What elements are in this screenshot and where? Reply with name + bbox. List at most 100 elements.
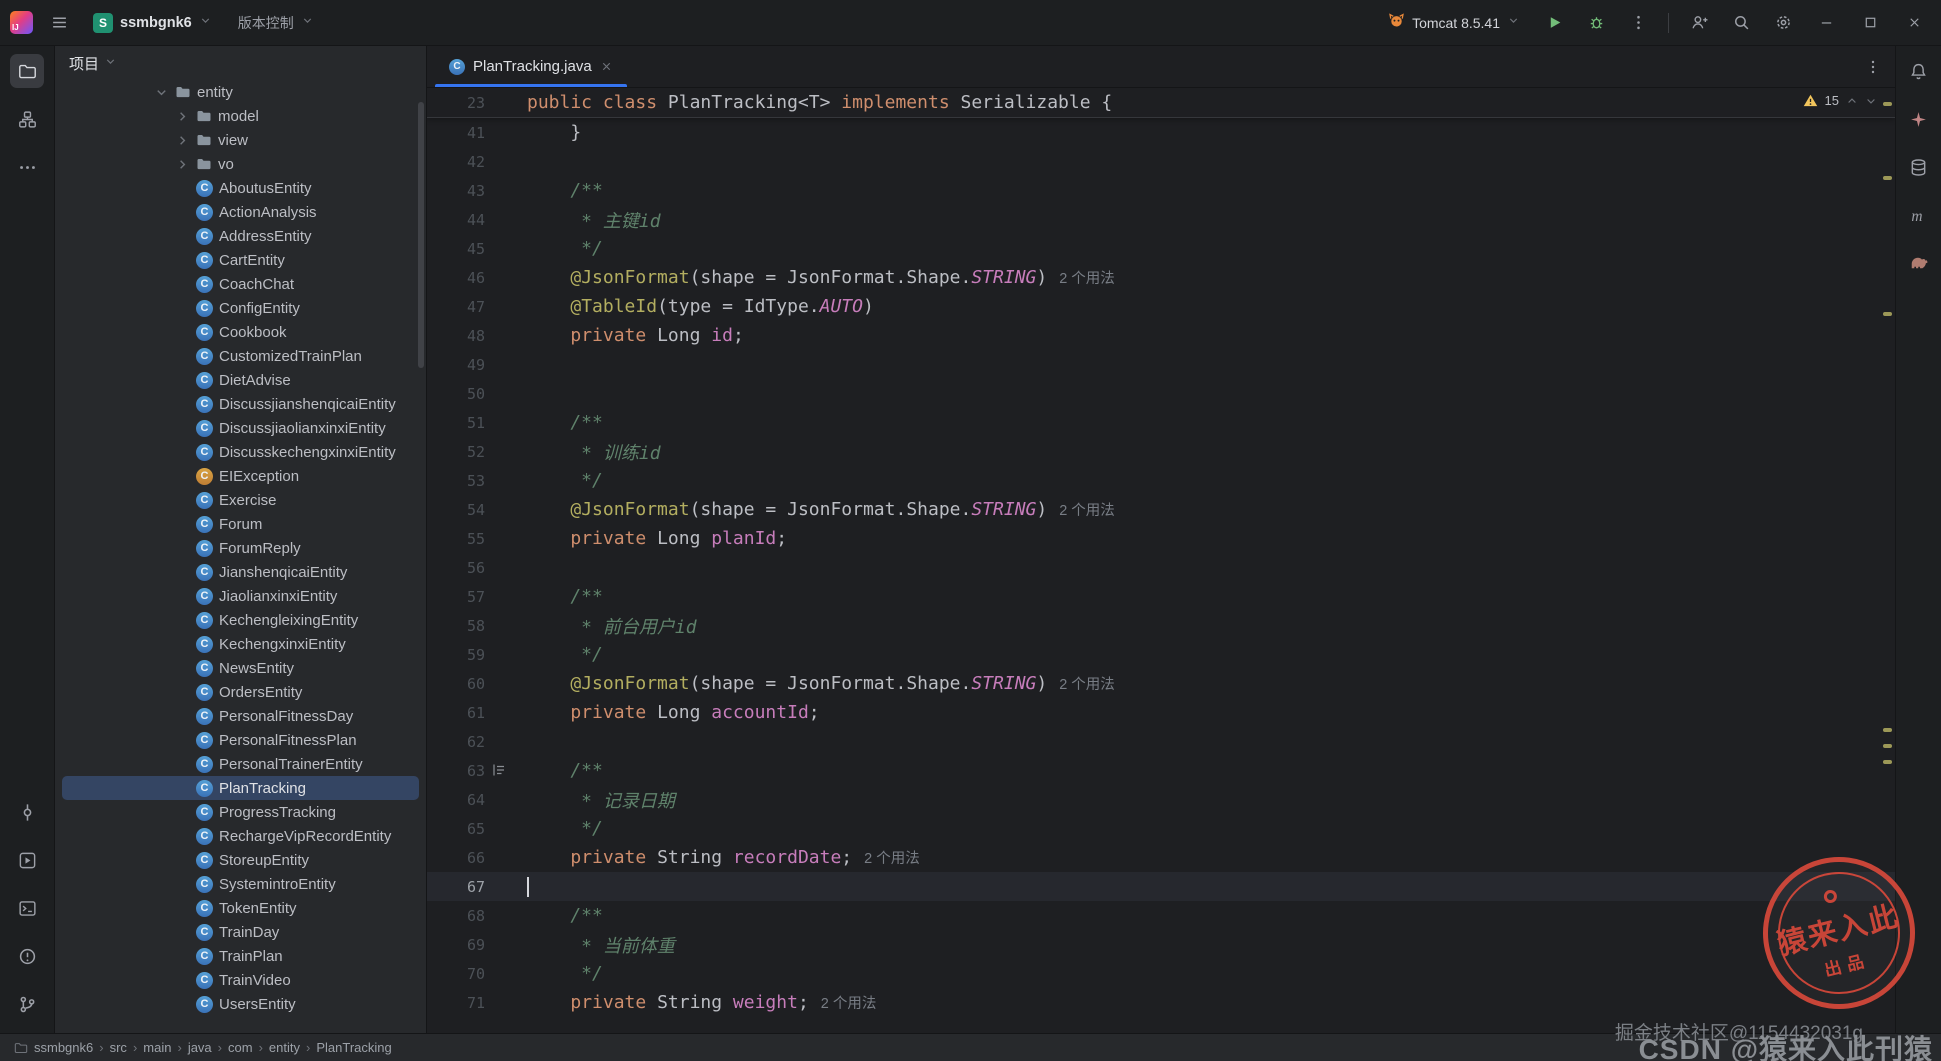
more-tools-icon[interactable] xyxy=(10,150,44,184)
tree-item-entity[interactable]: entity xyxy=(62,80,419,104)
line-number[interactable]: 70 xyxy=(427,965,485,983)
main-menu-button[interactable] xyxy=(43,7,75,39)
next-warning-icon[interactable] xyxy=(1865,95,1877,107)
tree-item-AboutusEntity[interactable]: C AboutusEntity xyxy=(62,176,419,200)
line-number[interactable]: 44 xyxy=(427,211,485,229)
tree-item-ForumReply[interactable]: C ForumReply xyxy=(62,536,419,560)
code-line-63[interactable]: 63 /** xyxy=(427,756,1895,785)
tree-item-AddressEntity[interactable]: C AddressEntity xyxy=(62,224,419,248)
breadcrumb-entity[interactable]: entity xyxy=(269,1040,300,1055)
breadcrumb-ssmbgnk6[interactable]: ssmbgnk6 xyxy=(34,1040,93,1055)
breadcrumb-main[interactable]: main xyxy=(143,1040,171,1055)
tree-item-SystemintroEntity[interactable]: C SystemintroEntity xyxy=(62,872,419,896)
code-line-50[interactable]: 50 xyxy=(427,379,1895,408)
breadcrumb-com[interactable]: com xyxy=(228,1040,253,1055)
line-number[interactable]: 69 xyxy=(427,936,485,954)
render-javadoc-toggle-icon[interactable] xyxy=(491,762,507,778)
gradle-icon[interactable] xyxy=(1902,246,1936,280)
tab-options-icon[interactable] xyxy=(1851,46,1895,87)
code-line-42[interactable]: 42 xyxy=(427,147,1895,176)
code-line-48[interactable]: 48 private Long id; xyxy=(427,321,1895,350)
line-number[interactable]: 57 xyxy=(427,588,485,606)
code-line-46[interactable]: 46 @JsonFormat(shape = JsonFormat.Shape.… xyxy=(427,263,1895,292)
line-number[interactable]: 43 xyxy=(427,182,485,200)
code-line-53[interactable]: 53 */ xyxy=(427,466,1895,495)
tree-item-ActionAnalysis[interactable]: C ActionAnalysis xyxy=(62,200,419,224)
code-line-44[interactable]: 44 * 主键id xyxy=(427,205,1895,234)
chevron-down-icon[interactable] xyxy=(154,85,169,100)
tree-item-TrainDay[interactable]: C TrainDay xyxy=(62,920,419,944)
tree-item-ConfigEntity[interactable]: C ConfigEntity xyxy=(62,296,419,320)
run-button[interactable] xyxy=(1538,7,1570,39)
inspections-widget[interactable]: 15 xyxy=(1803,93,1877,108)
tree-item-TrainVideo[interactable]: C TrainVideo xyxy=(62,968,419,992)
tree-item-DietAdvise[interactable]: C DietAdvise xyxy=(62,368,419,392)
code-line-65[interactable]: 65 */ xyxy=(427,814,1895,843)
line-number[interactable]: 46 xyxy=(427,269,485,287)
code-line-51[interactable]: 51 /** xyxy=(427,408,1895,437)
tree-item-model[interactable]: model xyxy=(62,104,419,128)
ai-assistant-icon[interactable] xyxy=(1902,102,1936,136)
chevron-right-icon[interactable] xyxy=(175,109,190,124)
tree-item-PlanTracking[interactable]: C PlanTracking xyxy=(62,776,419,800)
tree-item-CartEntity[interactable]: C CartEntity xyxy=(62,248,419,272)
code-line-52[interactable]: 52 * 训练id xyxy=(427,437,1895,466)
tree-item-vo[interactable]: vo xyxy=(62,152,419,176)
tree-item-KechengleixingEntity[interactable]: C KechengleixingEntity xyxy=(62,608,419,632)
line-number[interactable]: 61 xyxy=(427,704,485,722)
line-number[interactable]: 42 xyxy=(427,153,485,171)
tree-item-CustomizedTrainPlan[interactable]: C CustomizedTrainPlan xyxy=(62,344,419,368)
warning-stripe-mark[interactable] xyxy=(1883,760,1892,764)
usages-inlay-hint[interactable]: 2 个用法 xyxy=(864,851,920,867)
version-control-icon[interactable] xyxy=(10,987,44,1021)
code-line-56[interactable]: 56 xyxy=(427,553,1895,582)
line-number[interactable]: 67 xyxy=(427,878,485,896)
line-number[interactable]: 47 xyxy=(427,298,485,316)
usages-inlay-hint[interactable]: 2 个用法 xyxy=(821,996,877,1012)
line-number[interactable]: 65 xyxy=(427,820,485,838)
code-line-67[interactable]: 67 xyxy=(427,872,1895,901)
tree-item-Exercise[interactable]: C Exercise xyxy=(62,488,419,512)
code-line-58[interactable]: 58 * 前台用户id xyxy=(427,611,1895,640)
code-line-71[interactable]: 71 private String weight; 2 个用法 xyxy=(427,988,1895,1017)
tree-item-EIException[interactable]: C EIException xyxy=(62,464,419,488)
code-line-60[interactable]: 60 @JsonFormat(shape = JsonFormat.Shape.… xyxy=(427,669,1895,698)
database-icon[interactable] xyxy=(1902,150,1936,184)
minimize-button[interactable] xyxy=(1809,7,1843,39)
line-number[interactable]: 64 xyxy=(427,791,485,809)
tab-close-icon[interactable] xyxy=(600,60,613,73)
code-editor[interactable]: 23 public class PlanTracking<T> implement… xyxy=(427,88,1895,1033)
tree-item-JianshenqicaiEntity[interactable]: C JianshenqicaiEntity xyxy=(62,560,419,584)
code-line-59[interactable]: 59 */ xyxy=(427,640,1895,669)
project-widget[interactable]: S ssmbgnk6 xyxy=(85,8,220,38)
line-number[interactable]: 41 xyxy=(427,124,485,142)
commit-icon[interactable] xyxy=(10,795,44,829)
line-number[interactable]: 63 xyxy=(427,762,485,780)
settings-button[interactable] xyxy=(1767,7,1799,39)
debug-button[interactable] xyxy=(1580,7,1612,39)
line-number[interactable]: 50 xyxy=(427,385,485,403)
usages-inlay-hint[interactable]: 2 个用法 xyxy=(1059,503,1115,519)
tree-item-PersonalTrainerEntity[interactable]: C PersonalTrainerEntity xyxy=(62,752,419,776)
code-line-41[interactable]: 41 } xyxy=(427,118,1895,147)
more-actions-button[interactable] xyxy=(1622,7,1654,39)
project-panel-header[interactable]: 项目 xyxy=(55,46,426,80)
code-line-49[interactable]: 49 xyxy=(427,350,1895,379)
line-number[interactable]: 54 xyxy=(427,501,485,519)
breadcrumb-java[interactable]: java xyxy=(188,1040,212,1055)
search-everywhere-button[interactable] xyxy=(1725,7,1757,39)
code-line-43[interactable]: 43 /** xyxy=(427,176,1895,205)
code-line-23[interactable]: 23 public class PlanTracking<T> implement… xyxy=(427,88,1895,118)
line-number[interactable]: 51 xyxy=(427,414,485,432)
code-line-55[interactable]: 55 private Long planId; xyxy=(427,524,1895,553)
line-number[interactable]: 23 xyxy=(427,94,485,112)
warning-stripe-mark[interactable] xyxy=(1883,176,1892,180)
maven-icon[interactable]: m xyxy=(1902,198,1936,232)
tree-item-TrainPlan[interactable]: C TrainPlan xyxy=(62,944,419,968)
breadcrumb-PlanTracking[interactable]: PlanTracking xyxy=(316,1040,391,1055)
warning-stripe-mark[interactable] xyxy=(1883,102,1892,106)
tree-item-Cookbook[interactable]: C Cookbook xyxy=(62,320,419,344)
warning-stripe-mark[interactable] xyxy=(1883,728,1892,732)
line-number[interactable]: 66 xyxy=(427,849,485,867)
line-number[interactable]: 55 xyxy=(427,530,485,548)
